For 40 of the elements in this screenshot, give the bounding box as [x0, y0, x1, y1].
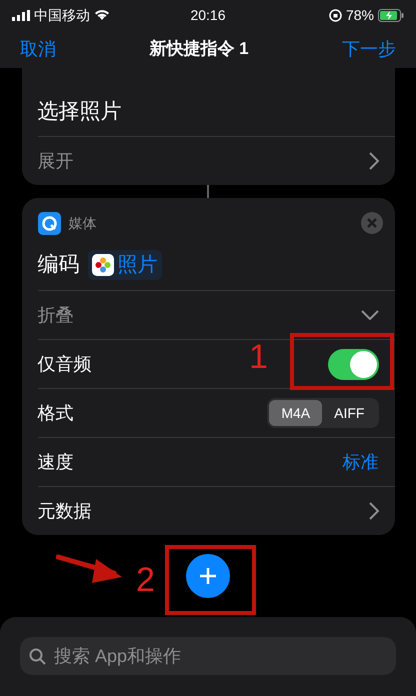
orientation-lock-icon: [328, 8, 342, 22]
battery-charging-icon: [378, 8, 404, 22]
disclosure-row[interactable]: 展开: [38, 136, 394, 185]
next-button[interactable]: 下一步: [342, 36, 396, 62]
value-link[interactable]: 标准: [342, 448, 378, 476]
row-label: 仅音频: [38, 352, 92, 376]
cancel-button[interactable]: 取消: [20, 36, 56, 62]
search-icon: [29, 648, 46, 665]
variable-token[interactable]: 照片: [88, 250, 162, 280]
signal-icon: [12, 10, 30, 20]
segment-option[interactable]: M4A: [269, 400, 322, 426]
row-label: 速度: [38, 450, 74, 474]
photos-icon: [92, 254, 114, 276]
status-time: 20:16: [190, 6, 226, 24]
chevron-down-icon: [360, 310, 378, 320]
add-action-button[interactable]: [186, 554, 230, 598]
wifi-icon: [94, 9, 110, 21]
variable-label: 照片: [118, 253, 158, 278]
row-label: 折叠: [38, 304, 74, 326]
chevron-right-icon: [368, 502, 378, 520]
chevron-right-icon: [368, 152, 378, 170]
action-title: 编码: [38, 252, 80, 278]
segment-option[interactable]: AIFF: [322, 400, 376, 426]
disclosure-row[interactable]: 元数据: [38, 486, 394, 535]
carrier-name: 中国移动: [34, 6, 90, 24]
row-label: 展开: [38, 150, 74, 172]
plus-icon: [199, 567, 217, 585]
action-title: 选择照片: [38, 99, 122, 126]
media-app-icon: [38, 212, 60, 234]
row-label: 元数据: [38, 500, 92, 522]
annotation-number: 2: [136, 563, 155, 597]
battery-percent: 78%: [346, 6, 374, 24]
category-label: 媒体: [68, 214, 96, 232]
collapse-row[interactable]: 折叠: [38, 290, 394, 339]
nav-title: 新快捷指令 1: [149, 38, 249, 60]
annotation-number: 1: [249, 340, 268, 374]
row-label: 格式: [38, 402, 74, 424]
toggle-switch[interactable]: [328, 348, 378, 380]
annotation-arrow: [56, 553, 124, 585]
search-field[interactable]: 搜索 App和操作: [20, 637, 396, 675]
